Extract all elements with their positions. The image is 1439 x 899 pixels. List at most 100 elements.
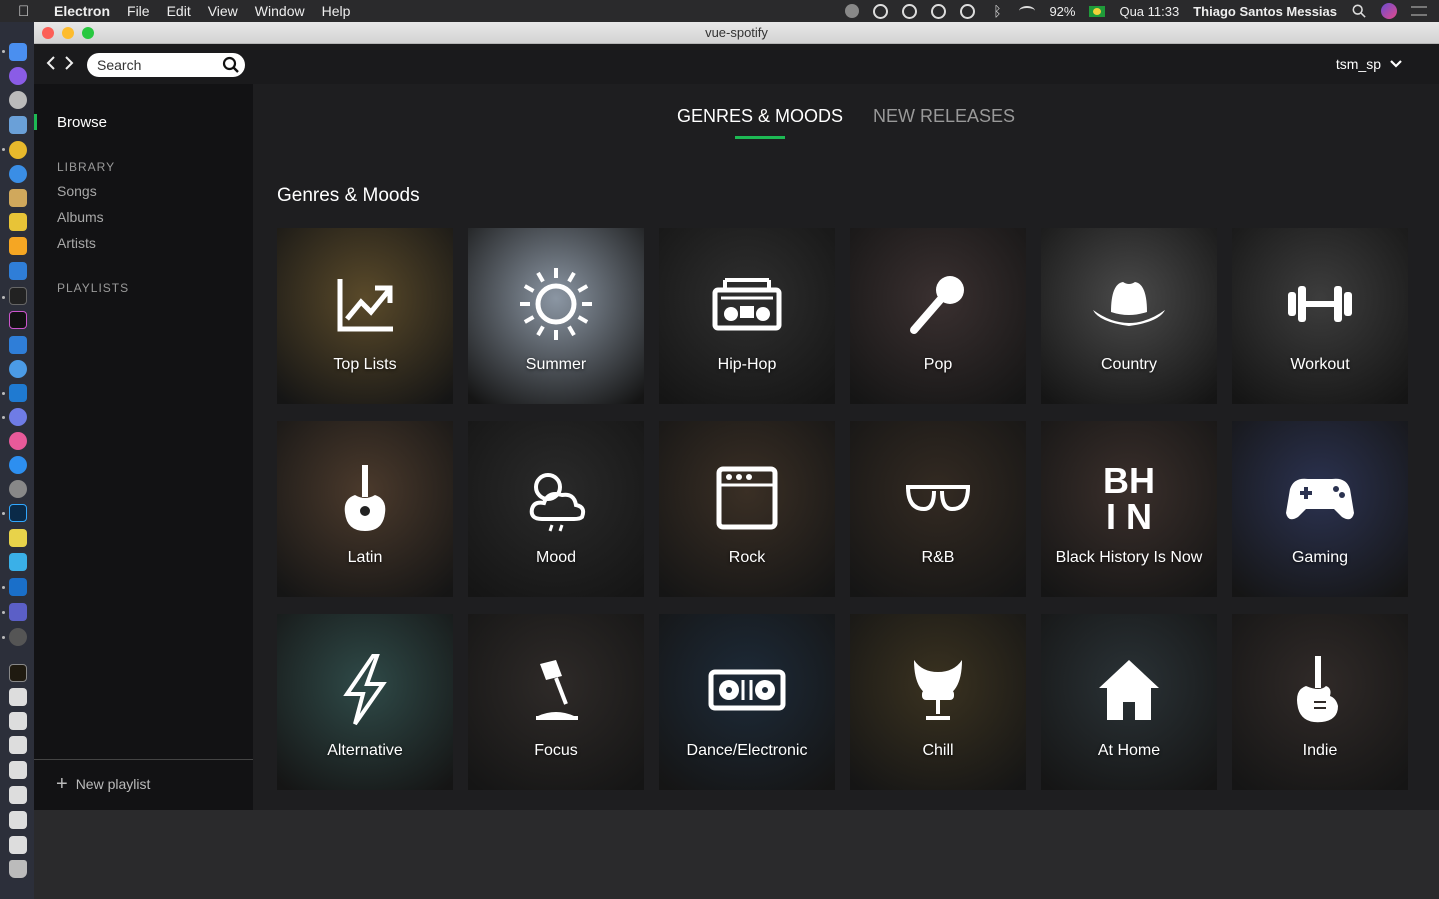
genre-tile[interactable]: Focus: [468, 614, 644, 790]
back-button[interactable]: [45, 54, 59, 72]
search-box[interactable]: [87, 53, 245, 77]
search-icon[interactable]: [222, 56, 240, 74]
sidebar-item-albums[interactable]: Albums: [57, 209, 104, 225]
genre-tile[interactable]: Chill: [850, 614, 1026, 790]
settings-gear-icon[interactable]: [9, 628, 27, 646]
genre-tile[interactable]: Indie: [1232, 614, 1408, 790]
hyper-icon[interactable]: [9, 311, 27, 329]
creative-cloud-icon[interactable]: [931, 3, 947, 19]
finder-icon[interactable]: [9, 43, 27, 61]
username[interactable]: tsm_sp: [1336, 56, 1381, 72]
document-4-icon[interactable]: [9, 761, 27, 779]
launchpad-icon[interactable]: [9, 91, 27, 109]
genre-tile[interactable]: Summer: [468, 228, 644, 404]
kite-icon[interactable]: [9, 553, 27, 571]
genre-tile-label: Rock: [728, 549, 766, 566]
instruments-icon[interactable]: [9, 360, 27, 378]
itunes-icon[interactable]: [9, 432, 27, 450]
notification-center-icon[interactable]: [1411, 6, 1427, 16]
window-title: vue-spotify: [705, 25, 768, 40]
menubar-clock[interactable]: Qua 11:33: [1119, 4, 1179, 19]
status-dot-icon[interactable]: [845, 4, 860, 18]
spotlight-search-icon[interactable]: [1351, 4, 1367, 18]
window-titlebar[interactable]: vue-spotify: [34, 22, 1439, 44]
teams-icon[interactable]: [9, 603, 27, 621]
battery-percent[interactable]: 92%: [1049, 4, 1075, 19]
forward-button[interactable]: [63, 54, 77, 72]
sticky-notes-icon[interactable]: [9, 529, 27, 547]
trash-icon[interactable]: [9, 860, 27, 878]
app-menu[interactable]: Electron: [54, 3, 110, 19]
cyberduck-icon[interactable]: [9, 213, 27, 231]
genre-tile[interactable]: Dance/Electronic: [659, 614, 835, 790]
document-icon[interactable]: [9, 688, 27, 706]
vscode-icon[interactable]: [9, 384, 27, 402]
genre-tile[interactable]: Alternative: [277, 614, 453, 790]
xcode-icon[interactable]: [9, 262, 27, 280]
menu-file[interactable]: File: [127, 3, 150, 19]
genre-tile[interactable]: BH I N Black History Is Now: [1041, 421, 1217, 597]
genre-tile[interactable]: Top Lists: [277, 228, 453, 404]
menu-view[interactable]: View: [208, 3, 238, 19]
input-source-flag-icon[interactable]: [1089, 5, 1106, 17]
section-title: Genres & Moods: [277, 185, 420, 206]
genre-tile[interactable]: Pop: [850, 228, 1026, 404]
genre-tile[interactable]: Hip-Hop: [659, 228, 835, 404]
app-store-icon[interactable]: [9, 456, 27, 474]
siri-dock-icon[interactable]: [9, 67, 27, 85]
running-indicator: [2, 611, 5, 614]
wifi-icon[interactable]: [1019, 6, 1036, 16]
dock: [0, 22, 34, 899]
genre-tile[interactable]: R&B: [850, 421, 1026, 597]
menu-window[interactable]: Window: [255, 3, 305, 19]
menu-help[interactable]: Help: [322, 3, 351, 19]
discord-icon[interactable]: [9, 408, 27, 426]
tab-genres-moods[interactable]: GENRES & MOODS: [677, 106, 843, 135]
svg-text:I N: I N: [1106, 496, 1152, 537]
mouse-icon[interactable]: [902, 3, 918, 19]
feather-icon[interactable]: [873, 3, 889, 19]
chevron-down-icon[interactable]: [1389, 59, 1403, 69]
menu-edit[interactable]: Edit: [167, 3, 191, 19]
sidebar-item-artists[interactable]: Artists: [57, 235, 96, 251]
boombox-icon: [707, 264, 787, 344]
system-prefs-icon[interactable]: [9, 480, 27, 498]
genre-tile[interactable]: Gaming: [1232, 421, 1408, 597]
user-menu[interactable]: tsm_sp: [1336, 56, 1403, 72]
menubar-user[interactable]: Thiago Santos Messias: [1193, 4, 1337, 19]
new-playlist-button[interactable]: + New playlist: [56, 774, 150, 794]
outlook-icon[interactable]: [9, 578, 27, 596]
cowboy-hat-icon: [1089, 264, 1169, 344]
document-7-icon[interactable]: [9, 836, 27, 854]
apple-menu-icon[interactable]: : [18, 3, 40, 20]
document-6-icon[interactable]: [9, 811, 27, 829]
bridge-icon[interactable]: [9, 664, 27, 682]
sidebar-item-songs[interactable]: Songs: [57, 183, 97, 199]
photoshop-icon[interactable]: [9, 504, 27, 522]
sketch-icon[interactable]: [9, 237, 27, 255]
genre-tile[interactable]: At Home: [1041, 614, 1217, 790]
genre-tile[interactable]: Mood: [468, 421, 644, 597]
chrome-icon[interactable]: [9, 141, 27, 159]
preview-icon[interactable]: [9, 116, 27, 134]
bluetooth-icon[interactable]: ᛒ: [989, 4, 1005, 18]
main-content: GENRES & MOODS NEW RELEASES Genres & Moo…: [253, 84, 1439, 810]
search-input[interactable]: [97, 53, 217, 77]
tab-new-releases[interactable]: NEW RELEASES: [873, 106, 1015, 135]
document-2-icon[interactable]: [9, 712, 27, 730]
genre-grid: Top Lists Summer Hip-Hop Pop Country Workout L…: [277, 228, 1409, 790]
sidebar-item-browse[interactable]: Browse: [57, 114, 107, 131]
genre-tile[interactable]: Rock: [659, 421, 835, 597]
genre-tile[interactable]: Latin: [277, 421, 453, 597]
siri-icon[interactable]: [1381, 3, 1397, 19]
xcode-2-icon[interactable]: [9, 336, 27, 354]
genre-tile[interactable]: Workout: [1232, 228, 1408, 404]
time-machine-icon[interactable]: [960, 3, 976, 19]
document-3-icon[interactable]: [9, 736, 27, 754]
document-5-icon[interactable]: [9, 786, 27, 804]
safari-icon[interactable]: [9, 165, 27, 183]
genre-tile[interactable]: Country: [1041, 228, 1217, 404]
running-indicator: [2, 416, 5, 419]
terminal-icon[interactable]: [9, 287, 27, 305]
sequel-icon[interactable]: [9, 189, 27, 207]
